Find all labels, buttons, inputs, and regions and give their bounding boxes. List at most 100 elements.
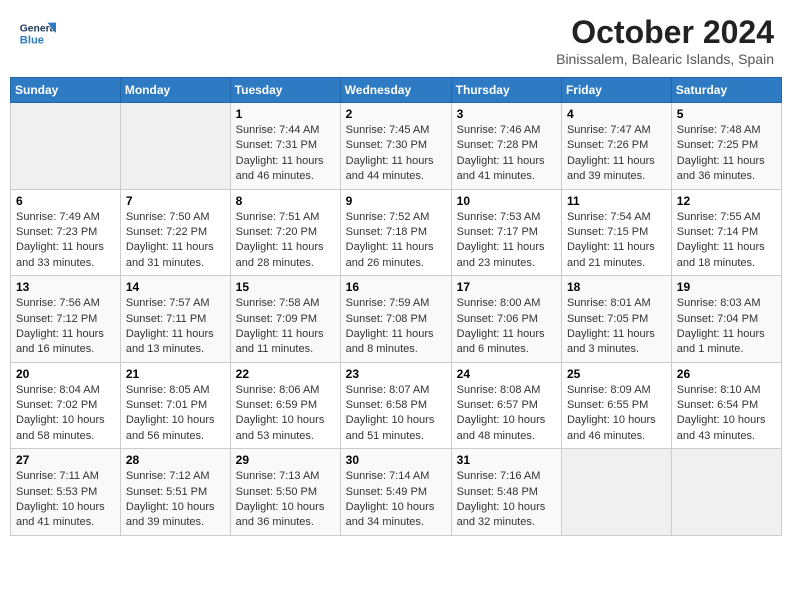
day-number: 18 <box>567 280 666 294</box>
calendar-cell: 18 Sunrise: 8:01 AMSunset: 7:05 PMDayligh… <box>561 276 671 363</box>
day-number: 6 <box>16 194 115 208</box>
day-details: Sunrise: 8:09 AMSunset: 6:55 PMDaylight:… <box>567 383 666 445</box>
day-details: Sunrise: 7:56 AMSunset: 7:12 PMDaylight:… <box>16 296 115 358</box>
header-wednesday: Wednesday <box>340 78 451 103</box>
day-details: Sunrise: 7:52 AMSunset: 7:18 PMDaylight:… <box>346 210 446 272</box>
calendar-cell: 8Sunrise: 7:51 AMSunset: 7:20 PMDaylight… <box>230 189 340 276</box>
day-number: 13 <box>16 280 115 294</box>
calendar-cell: 31Sunrise: 7:16 AMSunset: 5:48 PMDayligh… <box>451 449 561 536</box>
day-details: Sunrise: 7:54 AMSunset: 7:15 PMDaylight:… <box>567 210 666 272</box>
day-details: Sunrise: 7:53 AMSunset: 7:17 PMDaylight:… <box>457 210 556 272</box>
week-row-2: 6Sunrise: 7:49 AMSunset: 7:23 PMDaylight… <box>11 189 782 276</box>
calendar-cell: 26 Sunrise: 8:10 AMSunset: 6:54 PMDayligh… <box>671 362 781 449</box>
calendar-cell: 23 Sunrise: 8:07 AMSunset: 6:58 PMDayligh… <box>340 362 451 449</box>
day-details: Sunrise: 7:44 AMSunset: 7:31 PMDaylight:… <box>236 123 335 185</box>
logo: General Blue <box>18 14 60 52</box>
calendar-cell: 13 Sunrise: 7:56 AMSunset: 7:12 PMDayligh… <box>11 276 121 363</box>
day-details: Sunrise: 7:13 AMSunset: 5:50 PMDaylight:… <box>236 469 335 531</box>
day-details: Sunrise: 8:07 AMSunset: 6:58 PMDaylight:… <box>346 383 446 445</box>
day-number: 29 <box>236 453 335 467</box>
title-block: October 2024 Binissalem, Balearic Island… <box>556 14 774 67</box>
calendar-cell: 30 Sunrise: 7:14 AMSunset: 5:49 PMDayligh… <box>340 449 451 536</box>
calendar-cell: 4 Sunrise: 7:47 AMSunset: 7:26 PMDaylight… <box>561 103 671 190</box>
day-number: 19 <box>677 280 776 294</box>
day-details: Sunrise: 7:48 AMSunset: 7:25 PMDaylight:… <box>677 123 776 185</box>
calendar-cell: 1 Sunrise: 7:44 AMSunset: 7:31 PMDaylight… <box>230 103 340 190</box>
day-details: Sunrise: 8:08 AMSunset: 6:57 PMDaylight:… <box>457 383 556 445</box>
calendar-cell: 20 Sunrise: 8:04 AMSunset: 7:02 PMDayligh… <box>11 362 121 449</box>
day-details: Sunrise: 8:06 AMSunset: 6:59 PMDaylight:… <box>236 383 335 445</box>
week-row-3: 13 Sunrise: 7:56 AMSunset: 7:12 PMDayligh… <box>11 276 782 363</box>
day-number: 4 <box>567 107 666 121</box>
calendar-cell: 25 Sunrise: 8:09 AMSunset: 6:55 PMDayligh… <box>561 362 671 449</box>
calendar-cell <box>561 449 671 536</box>
day-details: Sunrise: 8:10 AMSunset: 6:54 PMDaylight:… <box>677 383 776 445</box>
day-number: 23 <box>346 367 446 381</box>
header-friday: Friday <box>561 78 671 103</box>
calendar-cell: 29 Sunrise: 7:13 AMSunset: 5:50 PMDayligh… <box>230 449 340 536</box>
day-number: 9 <box>346 194 446 208</box>
day-details: Sunrise: 8:04 AMSunset: 7:02 PMDaylight:… <box>16 383 115 445</box>
day-details: Sunrise: 7:12 AMSunset: 5:51 PMDaylight:… <box>126 469 225 531</box>
day-number: 3 <box>457 107 556 121</box>
calendar-cell: 6Sunrise: 7:49 AMSunset: 7:23 PMDaylight… <box>11 189 121 276</box>
header-row: SundayMondayTuesdayWednesdayThursdayFrid… <box>11 78 782 103</box>
day-details: Sunrise: 8:03 AMSunset: 7:04 PMDaylight:… <box>677 296 776 358</box>
day-details: Sunrise: 8:00 AMSunset: 7:06 PMDaylight:… <box>457 296 556 358</box>
calendar-cell: 12Sunrise: 7:55 AMSunset: 7:14 PMDayligh… <box>671 189 781 276</box>
calendar-cell: 10Sunrise: 7:53 AMSunset: 7:17 PMDayligh… <box>451 189 561 276</box>
day-number: 11 <box>567 194 666 208</box>
day-number: 7 <box>126 194 225 208</box>
header-saturday: Saturday <box>671 78 781 103</box>
day-number: 5 <box>677 107 776 121</box>
calendar-cell: 14 Sunrise: 7:57 AMSunset: 7:11 PMDayligh… <box>120 276 230 363</box>
day-number: 2 <box>346 107 446 121</box>
page-header: General Blue October 2024 Binissalem, Ba… <box>10 10 782 71</box>
day-details: Sunrise: 7:50 AMSunset: 7:22 PMDaylight:… <box>126 210 225 272</box>
day-number: 12 <box>677 194 776 208</box>
calendar-cell: 21 Sunrise: 8:05 AMSunset: 7:01 PMDayligh… <box>120 362 230 449</box>
day-number: 17 <box>457 280 556 294</box>
day-details: Sunrise: 7:16 AMSunset: 5:48 PMDaylight:… <box>457 469 556 531</box>
calendar-cell <box>671 449 781 536</box>
calendar-cell: 22 Sunrise: 8:06 AMSunset: 6:59 PMDayligh… <box>230 362 340 449</box>
week-row-4: 20 Sunrise: 8:04 AMSunset: 7:02 PMDayligh… <box>11 362 782 449</box>
day-details: Sunrise: 7:58 AMSunset: 7:09 PMDaylight:… <box>236 296 335 358</box>
day-number: 1 <box>236 107 335 121</box>
calendar-cell <box>120 103 230 190</box>
day-number: 15 <box>236 280 335 294</box>
calendar-cell: 19 Sunrise: 8:03 AMSunset: 7:04 PMDayligh… <box>671 276 781 363</box>
day-number: 16 <box>346 280 446 294</box>
day-details: Sunrise: 7:14 AMSunset: 5:49 PMDaylight:… <box>346 469 446 531</box>
header-thursday: Thursday <box>451 78 561 103</box>
header-tuesday: Tuesday <box>230 78 340 103</box>
calendar-cell: 3 Sunrise: 7:46 AMSunset: 7:28 PMDaylight… <box>451 103 561 190</box>
day-details: Sunrise: 7:45 AMSunset: 7:30 PMDaylight:… <box>346 123 446 185</box>
day-number: 22 <box>236 367 335 381</box>
day-number: 27 <box>16 453 115 467</box>
day-details: Sunrise: 7:11 AMSunset: 5:53 PMDaylight:… <box>16 469 115 531</box>
day-number: 26 <box>677 367 776 381</box>
day-number: 20 <box>16 367 115 381</box>
day-details: Sunrise: 8:01 AMSunset: 7:05 PMDaylight:… <box>567 296 666 358</box>
header-monday: Monday <box>120 78 230 103</box>
day-number: 14 <box>126 280 225 294</box>
calendar-cell: 27 Sunrise: 7:11 AMSunset: 5:53 PMDayligh… <box>11 449 121 536</box>
calendar-cell: 17 Sunrise: 8:00 AMSunset: 7:06 PMDayligh… <box>451 276 561 363</box>
calendar-cell: 9 Sunrise: 7:52 AMSunset: 7:18 PMDaylight… <box>340 189 451 276</box>
day-number: 21 <box>126 367 225 381</box>
calendar-cell: 7 Sunrise: 7:50 AMSunset: 7:22 PMDaylight… <box>120 189 230 276</box>
calendar-cell: 16 Sunrise: 7:59 AMSunset: 7:08 PMDayligh… <box>340 276 451 363</box>
day-number: 25 <box>567 367 666 381</box>
day-number: 30 <box>346 453 446 467</box>
day-details: Sunrise: 8:05 AMSunset: 7:01 PMDaylight:… <box>126 383 225 445</box>
calendar-cell <box>11 103 121 190</box>
calendar-cell: 11 Sunrise: 7:54 AMSunset: 7:15 PMDayligh… <box>561 189 671 276</box>
header-sunday: Sunday <box>11 78 121 103</box>
day-details: Sunrise: 7:47 AMSunset: 7:26 PMDaylight:… <box>567 123 666 185</box>
day-details: Sunrise: 7:59 AMSunset: 7:08 PMDaylight:… <box>346 296 446 358</box>
svg-text:Blue: Blue <box>20 34 44 46</box>
day-details: Sunrise: 7:57 AMSunset: 7:11 PMDaylight:… <box>126 296 225 358</box>
day-details: Sunrise: 7:46 AMSunset: 7:28 PMDaylight:… <box>457 123 556 185</box>
day-number: 28 <box>126 453 225 467</box>
